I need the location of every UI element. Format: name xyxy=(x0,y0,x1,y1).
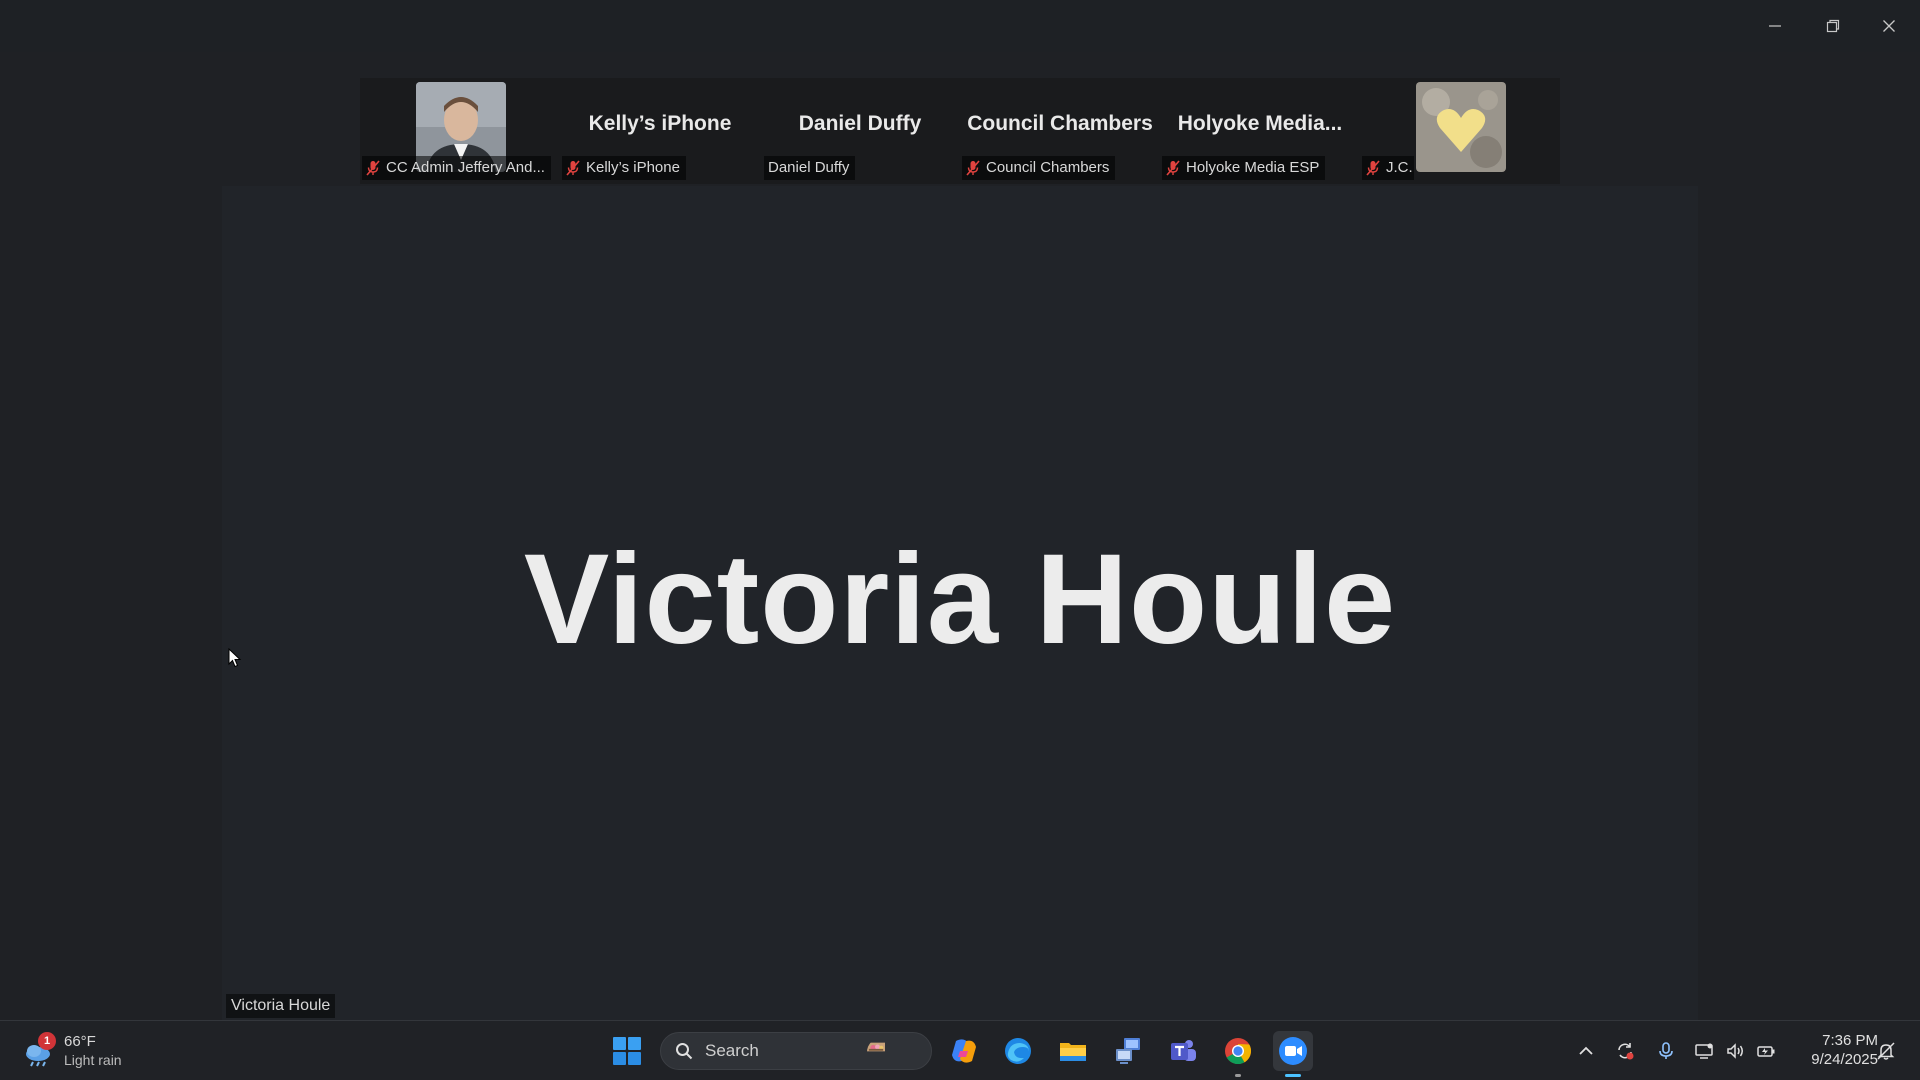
restore-button[interactable] xyxy=(1810,8,1856,44)
active-speaker-name: Victoria Houle xyxy=(523,528,1397,671)
participant-strip: CC Admin Jeffery And... Kelly’s iPhone K… xyxy=(360,78,1560,184)
chrome-button[interactable] xyxy=(1218,1031,1258,1077)
start-icon xyxy=(613,1037,641,1065)
chevron-up-icon xyxy=(1579,1046,1593,1055)
search-icon xyxy=(676,1043,693,1060)
participant-tile[interactable]: Council Chambers Council Chambers xyxy=(960,78,1160,184)
weather-temp: 66°F xyxy=(64,1033,96,1050)
participant-label: Holyoke Media ESP xyxy=(1162,156,1326,180)
search-input[interactable] xyxy=(705,1041,855,1061)
close-icon xyxy=(1883,20,1895,32)
teams-icon xyxy=(1171,1040,1196,1061)
participant-label: Kelly’s iPhone xyxy=(562,156,686,180)
participant-tile[interactable]: Daniel Duffy Daniel Duffy xyxy=(760,78,960,184)
muted-mic-icon xyxy=(966,160,980,176)
notification-button[interactable] xyxy=(1874,1039,1898,1063)
zoom-meeting-window: CC Admin Jeffery And... Kelly’s iPhone K… xyxy=(0,0,1920,1020)
network-tray-button[interactable] xyxy=(1692,1039,1716,1063)
participant-label: J.C. xyxy=(1362,156,1414,180)
muted-mic-icon xyxy=(366,160,380,176)
minimize-button[interactable] xyxy=(1752,8,1798,44)
zoom-button[interactable] xyxy=(1273,1031,1313,1077)
start-button[interactable] xyxy=(607,1031,647,1071)
sync-icon xyxy=(1618,1043,1634,1060)
file-explorer-button[interactable] xyxy=(1053,1031,1093,1071)
clock-time: 7:36 PM xyxy=(1822,1032,1878,1049)
weather-alert-badge: 1 xyxy=(38,1032,56,1050)
participant-name: Council Chambers xyxy=(967,112,1153,135)
battery-icon xyxy=(1757,1046,1775,1057)
participant-name: Daniel Duffy xyxy=(798,112,922,135)
participant-label: Daniel Duffy xyxy=(764,156,856,180)
volume-icon xyxy=(1727,1043,1743,1059)
sync-tray-button[interactable] xyxy=(1613,1039,1637,1063)
muted-mic-icon xyxy=(566,160,580,176)
participant-label-text: CC Admin Jeffery And... xyxy=(386,159,545,176)
restore-icon xyxy=(1826,19,1840,33)
chrome-icon xyxy=(1225,1038,1252,1065)
search-highlight-icon xyxy=(867,1038,925,1066)
copilot-button[interactable] xyxy=(944,1031,984,1071)
show-hidden-icons-button[interactable] xyxy=(1574,1039,1598,1063)
participant-tile[interactable]: Kelly’s iPhone Kelly’s iPhone xyxy=(560,78,760,184)
active-speaker-label: Victoria Houle xyxy=(226,994,336,1018)
participant-tile[interactable]: Holyoke Media... Holyoke Media ESP xyxy=(1160,78,1360,184)
participant-label-text: J.C. xyxy=(1386,159,1413,176)
teams-button[interactable] xyxy=(1163,1031,1203,1071)
participant-label-text: Council Chambers xyxy=(986,159,1110,176)
participant-tile[interactable]: CC Admin Jeffery And... xyxy=(360,78,560,184)
avatar xyxy=(1416,82,1506,172)
volume-tray-button[interactable] xyxy=(1723,1039,1747,1063)
participant-tile[interactable]: J.C. xyxy=(1360,78,1560,184)
participant-name: Kelly’s iPhone xyxy=(588,112,732,135)
muted-mic-icon xyxy=(1366,160,1380,176)
edge-icon xyxy=(1005,1038,1031,1064)
weather-widget[interactable]: 1 66°F Light rain xyxy=(22,1029,122,1073)
running-indicator xyxy=(1235,1074,1241,1077)
weather-condition: Light rain xyxy=(64,1052,122,1068)
participant-name: Holyoke Media... xyxy=(1177,112,1343,135)
participant-label-text: Kelly’s iPhone xyxy=(586,159,680,176)
active-speaker-view[interactable]: Victoria Houle Victoria Houle xyxy=(222,186,1698,1020)
remote-app-button[interactable] xyxy=(1108,1031,1148,1071)
mouse-cursor-icon xyxy=(228,648,242,668)
taskbar-search[interactable] xyxy=(660,1032,932,1070)
taskbar: 1 66°F Light rain Search 7:36 PM 9/24/20… xyxy=(0,1020,1920,1080)
participant-label-text: Daniel Duffy xyxy=(768,159,850,176)
clock[interactable]: 7:36 PM 9/24/2025 xyxy=(1790,1031,1878,1069)
participant-label-text: Holyoke Media ESP xyxy=(1186,159,1320,176)
network-icon xyxy=(1695,1043,1713,1059)
file-explorer-icon xyxy=(1060,1043,1086,1061)
participant-label: CC Admin Jeffery And... xyxy=(362,156,551,180)
close-button[interactable] xyxy=(1866,8,1912,44)
active-indicator xyxy=(1285,1074,1301,1077)
muted-mic-icon xyxy=(1166,160,1180,176)
minimize-icon xyxy=(1769,25,1781,27)
microphone-icon xyxy=(1659,1042,1673,1059)
notification-icon xyxy=(1877,1042,1895,1060)
title-bar xyxy=(0,0,1920,52)
weather-text: 66°F Light rain xyxy=(64,1032,122,1070)
edge-button[interactable] xyxy=(998,1031,1038,1071)
clock-date: 9/24/2025 xyxy=(1811,1051,1878,1068)
zoom-icon xyxy=(1279,1037,1307,1065)
battery-tray-button[interactable] xyxy=(1754,1039,1778,1063)
remote-app-icon xyxy=(1116,1038,1140,1064)
copilot-icon xyxy=(952,1039,976,1063)
weather-rain-icon: 1 xyxy=(22,1032,56,1068)
microphone-tray-button[interactable] xyxy=(1654,1039,1678,1063)
heart-photo-icon xyxy=(1416,82,1506,172)
participant-label: Council Chambers xyxy=(962,156,1116,180)
